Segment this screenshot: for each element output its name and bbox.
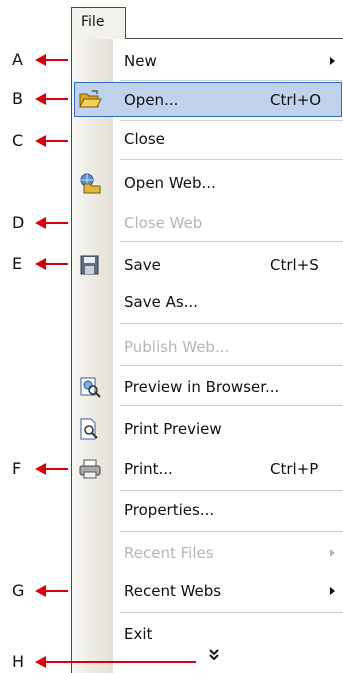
submenu-arrow-icon (330, 57, 335, 65)
file-menu-tab[interactable]: File (71, 7, 126, 39)
menu-item-label: Preview in Browser... (124, 378, 280, 396)
menu-item-print[interactable]: Print... Ctrl+P (72, 451, 343, 487)
callout-arrow-icon (35, 258, 46, 270)
menu-item-shortcut: Ctrl+O (270, 91, 322, 109)
menu-item-label: Exit (124, 625, 153, 643)
menu-item-label: Properties... (124, 501, 215, 519)
callout-line (46, 140, 68, 142)
menu-item-label: Save As... (124, 293, 198, 311)
callout-arrow-icon (35, 54, 46, 66)
callout-h: H (0, 652, 200, 672)
file-menu-title: File (81, 14, 105, 30)
callout-letter: B (12, 89, 23, 108)
menu-separator (120, 241, 343, 242)
menu-item-print-preview[interactable]: Print Preview (72, 411, 343, 447)
menu-item-label: New (124, 52, 157, 70)
menu-item-label: Print Preview (124, 420, 222, 438)
menu-item-shortcut: Ctrl+P (270, 460, 319, 478)
menu-item-save-as[interactable]: Save As... (72, 284, 343, 320)
menu-item-preview-in-browser[interactable]: Preview in Browser... (72, 369, 343, 405)
menu-item-close[interactable]: Close (72, 121, 343, 157)
preview-browser-icon (78, 376, 102, 398)
open-folder-icon (78, 89, 102, 111)
file-menu-dropdown: New Open... Ctrl+O Close Open Web... Clo… (71, 38, 343, 673)
menu-item-label: Open Web... (124, 174, 216, 192)
menu-separator (120, 159, 343, 160)
callout-letter: D (12, 213, 25, 232)
floppy-disk-icon (78, 254, 102, 276)
callout-e: E (0, 254, 80, 274)
menu-item-close-web: Close Web (72, 205, 343, 241)
menu-item-save[interactable]: Save Ctrl+S (72, 247, 343, 283)
callout-f: F (0, 459, 80, 479)
open-web-icon (78, 172, 102, 194)
menu-item-open-web[interactable]: Open Web... (72, 165, 343, 201)
menu-item-label: Recent Files (124, 544, 214, 562)
callout-arrow-icon (35, 656, 46, 668)
menu-item-label: Open... (124, 91, 179, 109)
callout-line (46, 222, 68, 224)
menu-item-label: Publish Web... (124, 338, 230, 356)
menu-item-label: Save (124, 256, 161, 274)
menu-separator (120, 531, 343, 532)
submenu-arrow-icon (330, 549, 335, 557)
callout-arrow-icon (35, 585, 46, 597)
callout-b: B (0, 89, 80, 109)
callout-c: C (0, 131, 80, 151)
menu-item-new[interactable]: New (72, 43, 343, 79)
menu-separator (120, 80, 343, 81)
callout-letter: A (12, 50, 23, 69)
callout-letter: C (12, 131, 24, 150)
callout-letter: E (12, 254, 23, 273)
menu-separator (120, 405, 343, 406)
submenu-arrow-icon (330, 587, 335, 595)
menu-item-recent-files: Recent Files (72, 535, 343, 571)
menu-separator (120, 323, 343, 324)
callout-letter: F (12, 459, 22, 478)
callout-line (46, 98, 68, 100)
callout-a: A (0, 50, 80, 70)
print-preview-icon (78, 418, 102, 440)
callout-line (46, 468, 68, 470)
menu-item-label: Print... (124, 460, 173, 478)
callout-arrow-icon (35, 463, 46, 475)
callout-letter: G (12, 581, 25, 600)
menu-item-label: Close (124, 130, 165, 148)
menu-item-label: Close Web (124, 214, 203, 232)
callout-d: D (0, 213, 80, 233)
menu-item-publish-web: Publish Web... (72, 329, 343, 365)
callout-arrow-icon (35, 217, 46, 229)
menu-item-open[interactable]: Open... Ctrl+O (72, 82, 343, 118)
callout-line (46, 661, 196, 663)
callout-arrow-icon (35, 93, 46, 105)
menu-item-exit[interactable]: Exit (72, 616, 343, 652)
callout-letter: H (12, 652, 25, 671)
menu-separator (120, 612, 343, 613)
callout-line (46, 590, 68, 592)
double-chevron-down-icon[interactable] (208, 648, 220, 662)
menu-item-properties[interactable]: Properties... (72, 492, 343, 528)
printer-icon (78, 458, 102, 480)
callout-arrow-icon (35, 135, 46, 147)
menu-item-label: Recent Webs (124, 582, 222, 600)
callout-line (46, 59, 68, 61)
menu-item-shortcut: Ctrl+S (270, 256, 319, 274)
menu-separator (120, 490, 343, 491)
menu-separator (120, 365, 343, 366)
menu-item-recent-webs[interactable]: Recent Webs (72, 573, 343, 609)
callout-g: G (0, 581, 80, 601)
callout-line (46, 263, 68, 265)
